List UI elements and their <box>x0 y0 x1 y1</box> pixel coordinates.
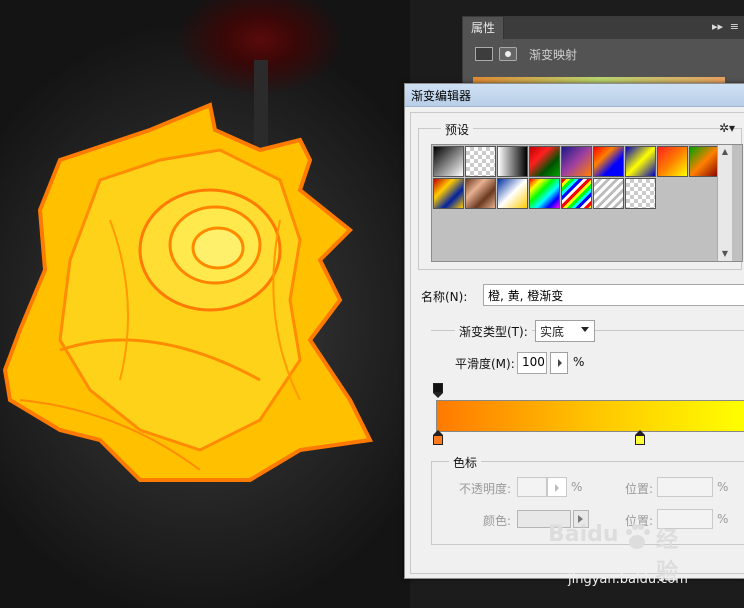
tab-properties[interactable]: 属性 <box>463 17 504 39</box>
properties-tabbar <box>463 17 744 39</box>
adjustment-row: 渐变映射 <box>475 43 577 65</box>
preset-swatch[interactable] <box>561 146 592 177</box>
opacity-location-field[interactable] <box>657 477 713 497</box>
chevron-down-icon <box>581 327 589 332</box>
preset-swatch[interactable] <box>497 146 528 177</box>
name-label: 名称(N): <box>421 290 468 304</box>
preset-swatch[interactable] <box>529 178 560 209</box>
dialog-titlebar[interactable]: 渐变编辑器 <box>405 84 744 107</box>
preset-swatch[interactable] <box>625 178 656 209</box>
document-canvas[interactable] <box>0 0 410 608</box>
watermark-brand: Baidu <box>548 522 619 547</box>
mask-icon[interactable] <box>499 47 517 61</box>
preset-swatch[interactable] <box>497 178 528 209</box>
preset-swatch[interactable] <box>593 178 624 209</box>
preset-swatch[interactable] <box>593 146 624 177</box>
presets-label: 预设 <box>441 121 474 138</box>
preset-swatch[interactable] <box>433 178 464 209</box>
color-stop-left-body <box>433 435 443 445</box>
gradient-type-select[interactable]: 实底 <box>535 320 595 342</box>
yellow-rose-image <box>2 102 374 482</box>
color-stop-mid-body <box>635 435 645 445</box>
opacity-label: 不透明度: <box>459 482 512 496</box>
gradient-editor-dialog: 渐变编辑器 预设 ✲▾ ▲ ▼ 名称(N): 橙, 黄, 橙渐变 渐变类型(T)… <box>404 83 744 579</box>
preset-swatch[interactable] <box>433 146 464 177</box>
preset-swatch[interactable] <box>657 146 688 177</box>
dialog-title: 渐变编辑器 <box>411 89 472 103</box>
color-stops-label: 色标 <box>449 454 482 471</box>
gear-icon[interactable]: ✲▾ <box>719 121 735 135</box>
opacity-field[interactable] <box>517 477 547 497</box>
presets-scrollbar[interactable]: ▲ ▼ <box>717 145 732 261</box>
opacity-location-unit: % <box>717 480 729 494</box>
watermark-url: jingyan.baidu.com <box>568 572 688 587</box>
opacity-stop-body <box>433 383 443 393</box>
opacity-stop[interactable] <box>433 383 443 398</box>
paw-logo-icon <box>626 524 650 549</box>
preset-swatch[interactable] <box>465 146 496 177</box>
opacity-stepper[interactable] <box>547 477 567 497</box>
preset-swatch[interactable] <box>625 146 656 177</box>
presets-swatch-grid[interactable]: ▲ ▼ <box>431 144 743 262</box>
scroll-up-icon[interactable]: ▲ <box>718 145 732 159</box>
preset-swatch[interactable] <box>689 146 720 177</box>
color-stop-left[interactable] <box>433 430 443 445</box>
adjustment-name: 渐变映射 <box>529 47 578 62</box>
close-icon[interactable]: ≡ <box>730 20 739 33</box>
properties-panel: 属性 ▸▸ ≡ 渐变映射 <box>462 16 744 88</box>
gradient-name-field[interactable]: 橙, 黄, 橙渐变 <box>483 284 744 306</box>
color-stop-mid[interactable] <box>635 430 645 445</box>
preset-swatch[interactable] <box>465 178 496 209</box>
panel-menu-icon[interactable]: ▸▸ <box>712 20 723 33</box>
smoothness-field[interactable]: 100 <box>517 352 547 374</box>
gradient-type-value: 实底 <box>540 325 565 339</box>
color-label: 颜色: <box>483 514 512 528</box>
opacity-location-label: 位置: <box>625 482 654 496</box>
scroll-down-icon[interactable]: ▼ <box>718 247 732 261</box>
color-location-unit: % <box>717 512 729 526</box>
preset-swatch[interactable] <box>561 178 592 209</box>
baidu-watermark: Baidu 经验 jingyan.baidu.com <box>548 522 688 587</box>
opacity-unit: % <box>571 480 583 494</box>
smoothness-stepper[interactable] <box>550 352 568 374</box>
gradient-preview-bar[interactable] <box>436 400 744 432</box>
smoothness-label: 平滑度(M): <box>455 357 515 371</box>
adjustment-layer-icon[interactable] <box>475 47 493 61</box>
smoothness-unit: % <box>573 355 585 369</box>
preset-swatch[interactable] <box>529 146 560 177</box>
gradient-type-label: 渐变类型(T): <box>455 323 532 340</box>
